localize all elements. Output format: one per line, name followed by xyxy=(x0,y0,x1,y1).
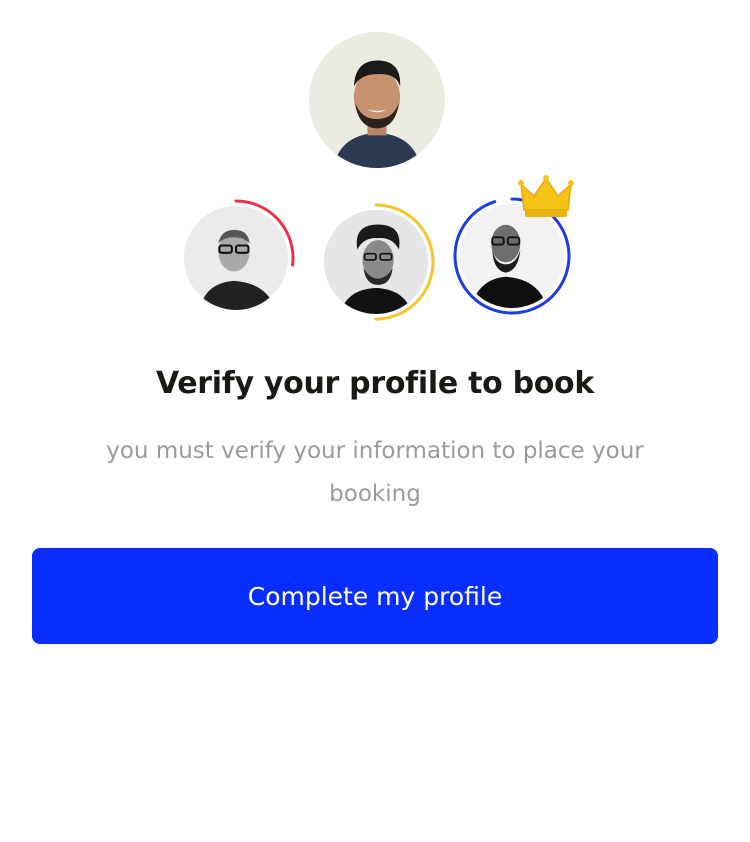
person-photo-avatar-icon xyxy=(184,206,288,310)
person-photo-avatar-icon xyxy=(324,210,428,314)
avatar-photo xyxy=(324,210,428,314)
main-avatar xyxy=(309,32,445,168)
person-photo-avatar-icon xyxy=(309,32,445,168)
page-subtitle: you must verify your information to plac… xyxy=(106,438,644,507)
page-title: Verify your profile to book xyxy=(155,366,595,401)
avatar-with-progress-ring xyxy=(316,202,436,322)
verify-profile-screen: Verify your profile to book you must ver… xyxy=(0,0,750,842)
complete-profile-button[interactable]: Complete my profile xyxy=(32,548,718,644)
avatar-photo xyxy=(184,206,288,310)
avatar-with-progress-ring xyxy=(176,198,296,318)
crown-icon xyxy=(518,175,574,217)
